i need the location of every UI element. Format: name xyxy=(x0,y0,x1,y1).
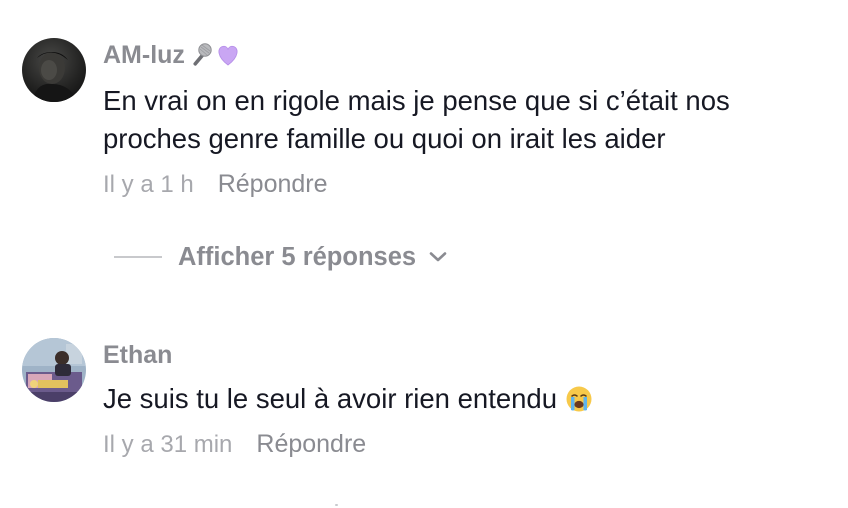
comment-body: AM-luz En vrai on en rigole mais je pens… xyxy=(103,38,828,199)
username-text[interactable]: Ethan xyxy=(103,338,172,372)
comment-body: Ethan Je suis tu le seul à avoir rien en… xyxy=(103,338,828,459)
view-replies-label[interactable]: Afficher 5 réponses xyxy=(178,243,416,272)
comment-text-content: Je suis tu le seul à avoir rien entendu xyxy=(103,383,558,414)
avatar[interactable] xyxy=(22,38,86,102)
loudly-crying-face-icon xyxy=(565,385,593,413)
view-replies-button[interactable]: Afficher 5 réponses xyxy=(114,240,448,274)
avatar[interactable] xyxy=(22,338,86,402)
comment-meta: Il y a 31 min Répondre xyxy=(103,430,828,459)
partial-divider xyxy=(335,504,338,506)
username[interactable]: Ethan xyxy=(103,338,828,372)
timestamp: Il y a 31 min xyxy=(103,430,233,458)
comment-text: En vrai on en rigole mais je pense que s… xyxy=(103,85,730,154)
timestamp: Il y a 1 h xyxy=(103,170,194,198)
comment-text: Je suis tu le seul à avoir rien entendu xyxy=(103,380,818,418)
microphone-emoji-icon xyxy=(187,42,213,68)
username[interactable]: AM-luz xyxy=(103,38,828,72)
username-text[interactable]: AM-luz xyxy=(103,38,185,72)
comment-meta: Il y a 1 h Répondre xyxy=(103,170,828,199)
divider-line xyxy=(114,256,162,258)
purple-heart-icon xyxy=(215,42,241,68)
reply-button[interactable]: Répondre xyxy=(256,430,366,459)
reply-button[interactable]: Répondre xyxy=(218,170,328,199)
chevron-down-icon[interactable] xyxy=(428,250,448,264)
